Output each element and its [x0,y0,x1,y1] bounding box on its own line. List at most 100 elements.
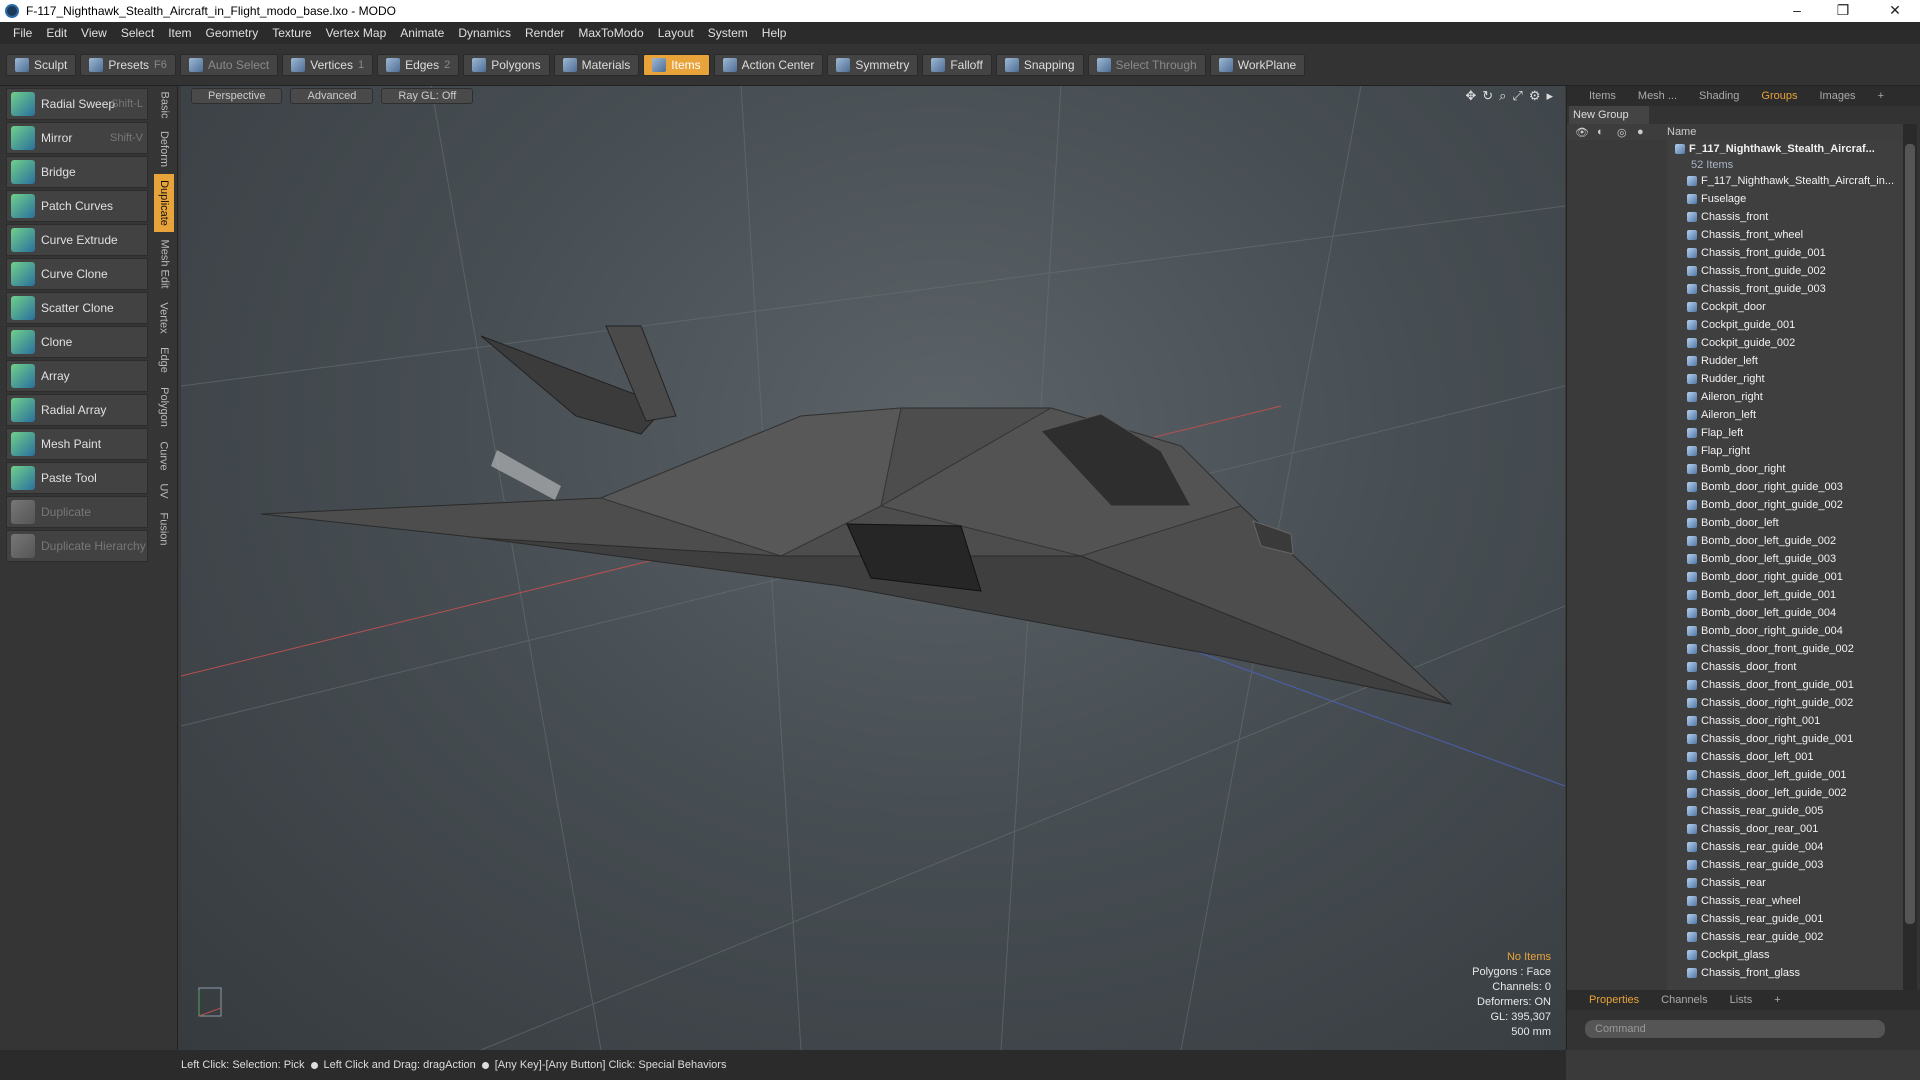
workplane-button[interactable]: WorkPlane [1209,53,1306,76]
tree-item-row[interactable]: F_117_Nighthawk_Stealth_Aircraft_in... [1667,172,1903,190]
tab-uv[interactable]: UV [154,478,174,504]
tree-item-row[interactable]: Chassis_front_wheel [1667,226,1903,244]
raygl-toggle[interactable]: Ray GL: Off [381,88,474,104]
scrollbar-thumb[interactable] [1905,144,1915,924]
menu-layout[interactable]: Layout [651,26,701,40]
materials-button[interactable]: Materials [553,53,640,76]
tree-item-row[interactable]: Fuselage [1667,190,1903,208]
mirror-tool[interactable]: Mirror Shift-V [6,122,148,154]
tab-curve[interactable]: Curve [154,436,174,476]
tree-item-row[interactable]: Chassis_front [1667,208,1903,226]
tab-deform[interactable]: Deform [154,126,174,172]
tree-item-row[interactable]: Bomb_door_right_guide_003 [1667,478,1903,496]
tree-item-row[interactable]: Bomb_door_left_guide_001 [1667,586,1903,604]
edges-button[interactable]: Edges 2 [377,53,460,76]
tree-item-row[interactable]: Chassis_door_front_guide_002 [1667,640,1903,658]
patch-curves-tool[interactable]: Patch Curves [6,190,148,222]
tree-item-row[interactable]: Bomb_door_right [1667,460,1903,478]
radial-sweep-tool[interactable]: Radial Sweep Shift-L [6,88,148,120]
new-group-button[interactable]: New Group [1569,106,1649,124]
maximize-viewport-icon[interactable]: ⤢ [1512,88,1522,104]
tab-shading[interactable]: Shading [1689,87,1749,105]
menu-select[interactable]: Select [114,26,161,40]
scatter-clone-tool[interactable]: Scatter Clone [6,292,148,324]
perspective-dropdown[interactable]: Perspective [191,88,283,104]
menu-texture[interactable]: Texture [265,26,318,40]
tree-item-row[interactable]: Cockpit_guide_001 [1667,316,1903,334]
menu-file[interactable]: File [6,26,39,40]
menu-item[interactable]: Item [161,26,198,40]
tab-channels[interactable]: Channels [1651,991,1717,1009]
tree-item-row[interactable]: Chassis_rear_guide_004 [1667,838,1903,856]
pan-icon[interactable]: ✥ [1465,88,1476,104]
add-properties-tab-icon[interactable]: + [1764,991,1790,1009]
tree-item-row[interactable]: Chassis_door_left_guide_001 [1667,766,1903,784]
tree-item-row[interactable]: Flap_left [1667,424,1903,442]
snapping-button[interactable]: Snapping [995,53,1084,76]
bridge-tool[interactable]: Bridge [6,156,148,188]
items-button[interactable]: Items [643,53,710,76]
menu-dynamics[interactable]: Dynamics [451,26,518,40]
tab-edge[interactable]: Edge [154,342,174,378]
tree-item-row[interactable]: Rudder_right [1667,370,1903,388]
tab-fusion[interactable]: Fusion [154,506,174,552]
tree-item-row[interactable]: Chassis_rear_guide_003 [1667,856,1903,874]
tab-vertex[interactable]: Vertex [154,296,174,340]
tab-images[interactable]: Images [1809,87,1865,105]
tree-item-row[interactable]: Flap_right [1667,442,1903,460]
falloff-button[interactable]: Falloff [922,53,992,76]
tree-item-row[interactable]: Chassis_door_right_guide_002 [1667,694,1903,712]
tree-item-row[interactable]: Chassis_front_guide_001 [1667,244,1903,262]
sculpt-button[interactable]: Sculpt [6,53,77,76]
menu-maxtomodo[interactable]: MaxToModo [571,26,650,40]
name-column-header[interactable]: Name [1667,126,1696,138]
tree-item-row[interactable]: Aileron_left [1667,406,1903,424]
action-center-button[interactable]: Action Center [713,53,824,76]
clone-tool[interactable]: Clone [6,326,148,358]
tree-item-row[interactable]: Chassis_rear_wheel [1667,892,1903,910]
tab-polygon[interactable]: Polygon [154,380,174,434]
radial-array-tool[interactable]: Radial Array [6,394,148,426]
tree-item-row[interactable]: Chassis_door_left_guide_002 [1667,784,1903,802]
menu-help[interactable]: Help [755,26,794,40]
tab-mesh-edit[interactable]: Mesh Edit [154,234,174,294]
zoom-icon[interactable]: ⌕ [1499,88,1506,104]
tree-item-row[interactable]: Bomb_door_left_guide_004 [1667,604,1903,622]
polygons-button[interactable]: Polygons [463,53,550,76]
tree-item-row[interactable]: Bomb_door_left_guide_002 [1667,532,1903,550]
tree-item-row[interactable]: Chassis_rear [1667,874,1903,892]
rotate-icon[interactable]: ↻ [1482,88,1493,104]
presets-button[interactable]: Presets F6 [80,53,176,76]
close-button[interactable]: ✕ [1872,0,1918,22]
tab-duplicate[interactable]: Duplicate [154,174,174,232]
tree-item-row[interactable]: Chassis_front_guide_003 [1667,280,1903,298]
curve-extrude-tool[interactable]: Curve Extrude [6,224,148,256]
menu-vertex-map[interactable]: Vertex Map [319,26,394,40]
tree-root-row[interactable]: F_117_Nighthawk_Stealth_Aircraf... [1667,140,1903,158]
tab-mesh[interactable]: Mesh ... [1628,87,1687,105]
menu-edit[interactable]: Edit [39,26,74,40]
duplicate-tool[interactable]: Duplicate [6,496,148,528]
tree-item-row[interactable]: Chassis_door_front [1667,658,1903,676]
tree-item-row[interactable]: Chassis_door_right_001 [1667,712,1903,730]
viewport-menu-icon[interactable]: ▸ [1546,88,1553,104]
tree-item-row[interactable]: Chassis_door_front_guide_001 [1667,676,1903,694]
select-through-button[interactable]: Select Through [1087,53,1206,76]
tree-item-row[interactable]: Bomb_door_right_guide_001 [1667,568,1903,586]
menu-render[interactable]: Render [518,26,571,40]
tree-item-row[interactable]: Chassis_front_glass [1667,964,1903,982]
viewport-settings-icon[interactable]: ⚙ [1529,88,1541,104]
tree-item-row[interactable]: Chassis_rear_guide_002 [1667,928,1903,946]
mesh-paint-tool[interactable]: Mesh Paint [6,428,148,460]
tree-item-row[interactable]: Cockpit_door [1667,298,1903,316]
tree-item-row[interactable]: Bomb_door_right_guide_002 [1667,496,1903,514]
maximize-button[interactable]: ❐ [1820,0,1866,22]
tree-scrollbar[interactable] [1903,124,1917,990]
menu-system[interactable]: System [701,26,755,40]
tree-item-row[interactable]: Bomb_door_left [1667,514,1903,532]
add-tab-icon[interactable]: + [1868,87,1894,105]
tree-item-row[interactable]: Rudder_left [1667,352,1903,370]
vertices-button[interactable]: Vertices 1 [282,53,374,76]
tree-item-row[interactable]: Chassis_rear_guide_001 [1667,910,1903,928]
minimize-button[interactable]: – [1774,0,1820,22]
